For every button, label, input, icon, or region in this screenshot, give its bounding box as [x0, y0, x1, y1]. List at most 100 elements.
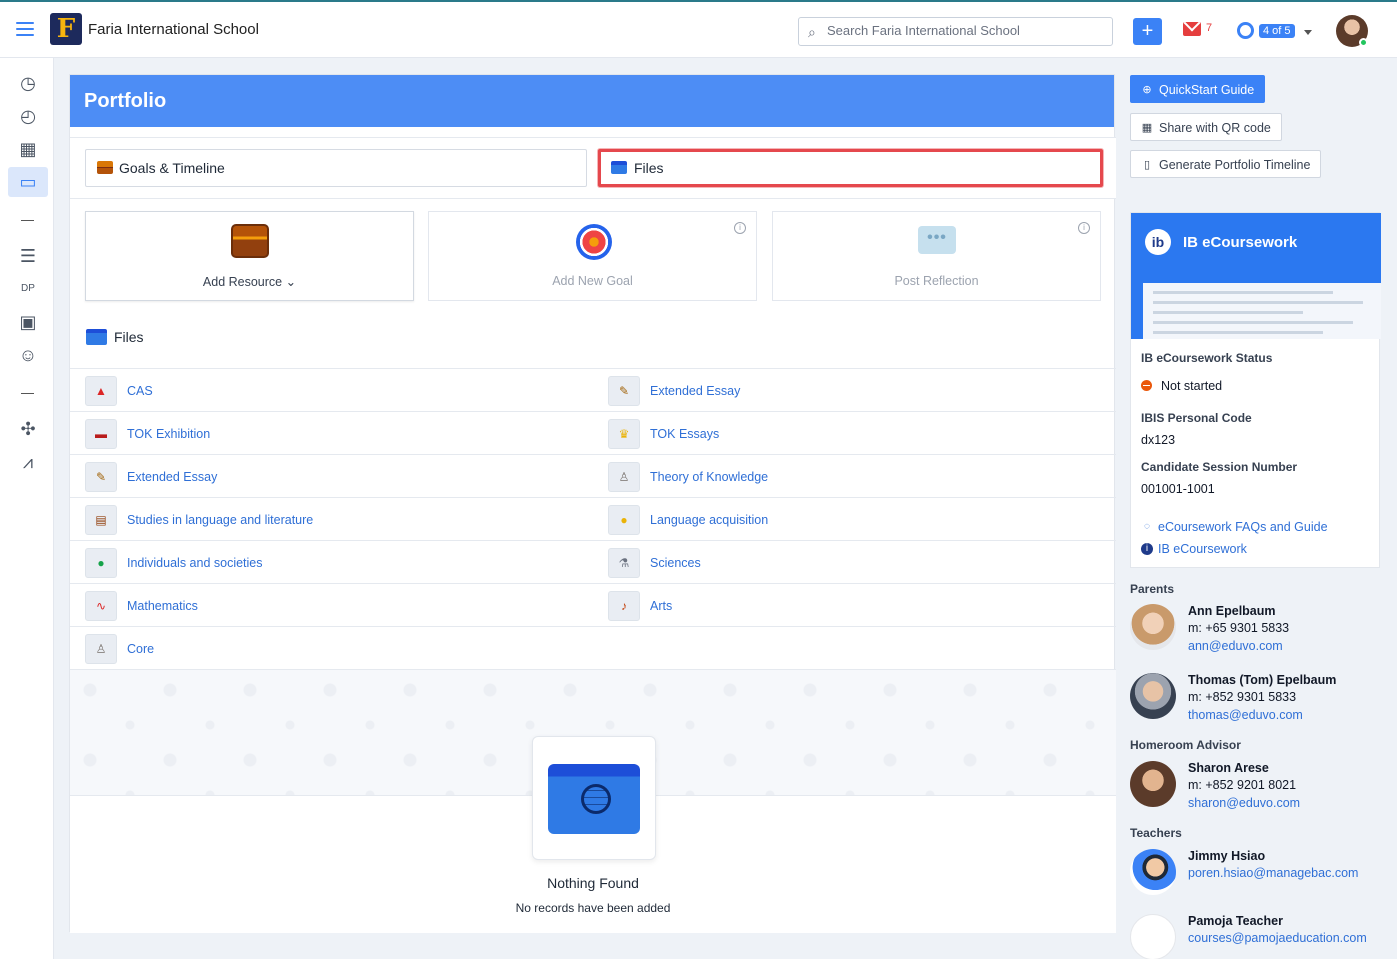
- sidebar-divider: [21, 220, 34, 221]
- table-row: ● Individuals and societies ⚗ Sciences: [70, 540, 1116, 583]
- files-section-heading: Files: [86, 329, 144, 345]
- target-icon: [576, 224, 612, 260]
- menu-icon[interactable]: [16, 22, 34, 36]
- table-row: ✎ Extended Essay ♙ Theory of Knowledge: [70, 454, 1116, 497]
- avatar[interactable]: [1130, 849, 1176, 895]
- email-link[interactable]: thomas@eduvo.com: [1188, 708, 1303, 722]
- not-started-icon: [1141, 380, 1152, 391]
- info-icon[interactable]: i: [1078, 222, 1090, 234]
- ib-status-value: Not started: [1141, 379, 1222, 393]
- search-input[interactable]: [827, 23, 1097, 38]
- empty-state-card: [532, 736, 656, 860]
- share-qr-button[interactable]: ▦ Share with QR code: [1130, 113, 1282, 141]
- speech-bubble-icon: •••: [918, 226, 956, 254]
- table-row: ∿ Mathematics ♪ Arts: [70, 583, 1116, 626]
- online-status-dot: [1359, 38, 1368, 47]
- essay-icon: ✎: [608, 376, 640, 406]
- chevron-down-icon[interactable]: [1304, 30, 1312, 35]
- essay-icon: ✎: [85, 462, 117, 492]
- add-new-goal-button[interactable]: i Add New Goal: [428, 211, 757, 301]
- network-icon[interactable]: ✣: [8, 414, 48, 444]
- folder-icon: [611, 161, 627, 174]
- teachers-heading: Teachers: [1130, 826, 1182, 840]
- table-row: ♙ Core: [70, 626, 1116, 669]
- avatar[interactable]: [1130, 914, 1176, 959]
- post-reflection-button[interactable]: i ••• Post Reflection: [772, 211, 1101, 301]
- folder-icon: [86, 329, 107, 345]
- add-button[interactable]: +: [1133, 18, 1162, 45]
- dp-icon[interactable]: DP: [8, 274, 48, 304]
- table-row: ▤ Studies in language and literature ● Lan…: [70, 497, 1116, 540]
- clock-icon[interactable]: ◴: [8, 101, 48, 131]
- folder-globe-icon: [548, 764, 640, 834]
- core-icon: ♙: [85, 634, 117, 664]
- table-row: ▬ TOK Exhibition ♛ TOK Essays: [70, 411, 1116, 454]
- trophy-icon: ♛: [608, 419, 640, 449]
- session-number-value: 001001-1001: [1141, 482, 1215, 496]
- dashboard-icon[interactable]: ◷: [8, 68, 48, 98]
- globe-icon: ●: [85, 548, 117, 578]
- help-icon[interactable]: [1237, 22, 1254, 39]
- ib-logo-icon: ib: [1145, 229, 1171, 255]
- top-bar: F Faria International School ⌕ + 7 4 of …: [0, 0, 1397, 58]
- page-title: Portfolio: [70, 75, 1114, 127]
- quickstart-guide-button[interactable]: ⊕ QuickStart Guide: [1130, 75, 1266, 103]
- calendar-icon[interactable]: ▦: [8, 134, 48, 164]
- lifebuoy-icon: ⊕: [1142, 84, 1152, 96]
- session-number-label: Candidate Session Number: [1141, 460, 1298, 474]
- avatar[interactable]: [1130, 761, 1176, 807]
- document-icon: ▯: [1143, 159, 1151, 171]
- treasure-chest-icon: [231, 224, 269, 258]
- ibis-code-value: dx123: [1141, 433, 1176, 447]
- chart-icon[interactable]: ⩘: [8, 447, 48, 477]
- tab-goals-timeline[interactable]: Goals & Timeline: [85, 149, 587, 187]
- ibis-code-label: IBIS Personal Code: [1141, 411, 1252, 425]
- portfolio-icon[interactable]: ▭: [8, 167, 48, 197]
- homeroom-advisor-heading: Homeroom Advisor: [1130, 738, 1241, 752]
- globe-icon: [581, 784, 611, 814]
- table-row: ▲ CAS ✎ Extended Essay: [70, 368, 1116, 411]
- ib-status-label: IB eCoursework Status: [1141, 351, 1273, 365]
- email-link[interactable]: poren.hsiao@managebac.com: [1188, 866, 1358, 880]
- ib-ecoursework-link[interactable]: i IB eCoursework: [1141, 542, 1247, 556]
- add-resource-button[interactable]: Add Resource ⌄: [85, 211, 414, 301]
- school-logo[interactable]: F: [50, 13, 82, 45]
- search-box[interactable]: ⌕: [798, 17, 1113, 46]
- empty-state-title: Nothing Found: [547, 875, 639, 891]
- exhibition-icon: ▬: [85, 419, 117, 449]
- ib-title: IB eCoursework: [1183, 234, 1298, 251]
- page-counter-badge[interactable]: 4 of 5: [1259, 24, 1295, 38]
- email-link[interactable]: sharon@eduvo.com: [1188, 796, 1300, 810]
- tab-files[interactable]: Files: [598, 149, 1103, 187]
- cas-icon: ▲: [85, 376, 117, 406]
- faq-guide-link[interactable]: ◌ eCoursework FAQs and Guide: [1141, 520, 1328, 534]
- add-new-goal-label: Add New Goal: [552, 274, 633, 288]
- parents-heading: Parents: [1130, 582, 1175, 596]
- search-icon: ⌕: [808, 24, 816, 40]
- book-icon: ▤: [85, 505, 117, 535]
- tab-label: Files: [634, 160, 664, 176]
- people-icon[interactable]: ☺: [8, 340, 48, 370]
- school-name[interactable]: Faria International School: [88, 21, 259, 38]
- treasure-chest-icon: [97, 161, 113, 174]
- avatar[interactable]: [1130, 604, 1176, 650]
- mail-count-badge[interactable]: 7: [1206, 22, 1212, 34]
- qr-code-icon: ▦: [1141, 122, 1153, 134]
- email-link[interactable]: courses@pamojaeducation.com: [1188, 931, 1367, 945]
- presentation-icon[interactable]: ▣: [8, 307, 48, 337]
- generate-timeline-button[interactable]: ▯ Generate Portfolio Timeline: [1130, 150, 1322, 178]
- sidebar: ◷ ◴ ▦ ▭ ☰ DP ▣ ☺ ✣ ⩘: [0, 58, 54, 959]
- chevron-down-icon: ⌄: [285, 275, 297, 289]
- ib-ecoursework-card: ib IB eCoursework IB eCoursework Status …: [1130, 212, 1381, 568]
- email-link[interactable]: ann@eduvo.com: [1188, 639, 1283, 653]
- thinker-icon: ♙: [608, 462, 640, 492]
- tab-label: Goals & Timeline: [119, 160, 225, 176]
- math-icon: ∿: [85, 591, 117, 621]
- avatar[interactable]: [1130, 673, 1176, 719]
- ib-header: ib IB eCoursework: [1131, 213, 1381, 339]
- list-icon[interactable]: ☰: [8, 241, 48, 271]
- microscope-icon: ⚗: [608, 548, 640, 578]
- info-icon[interactable]: i: [734, 222, 746, 234]
- sidebar-divider: [21, 393, 34, 394]
- mail-icon[interactable]: [1183, 22, 1201, 36]
